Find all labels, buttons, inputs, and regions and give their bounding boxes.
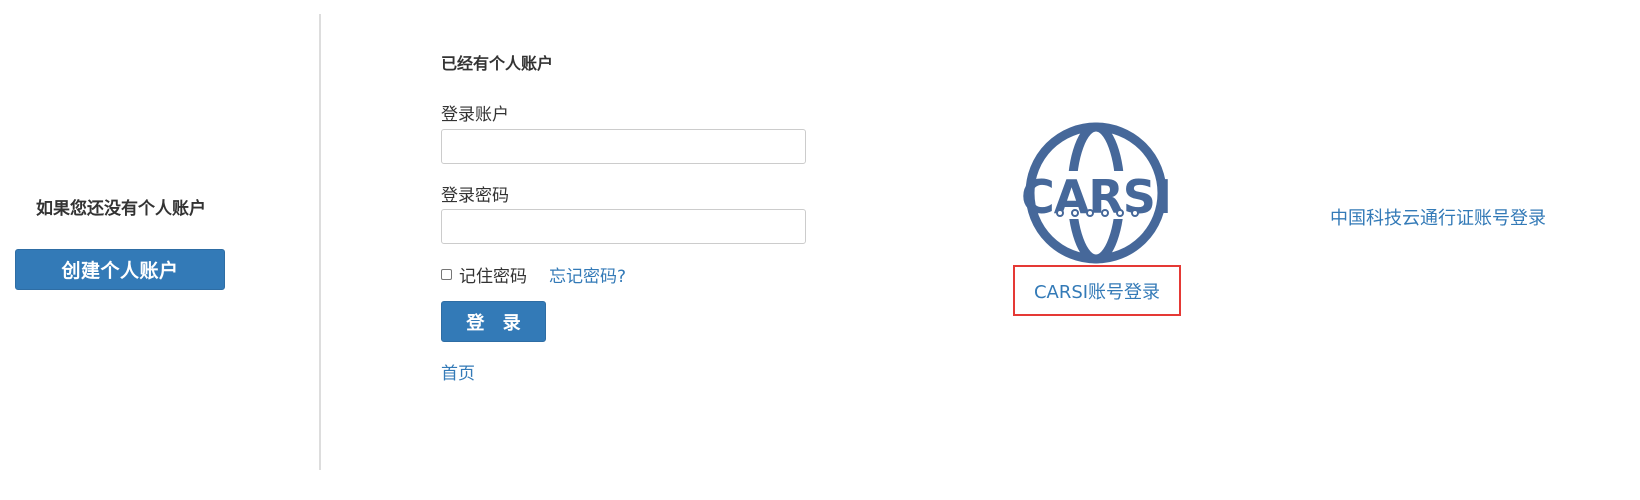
login-form-heading: 已经有个人账户	[441, 54, 554, 73]
account-label: 登录账户	[441, 105, 509, 125]
remember-checkbox[interactable]	[441, 269, 452, 280]
home-link[interactable]: 首页	[441, 359, 475, 384]
forgot-password-link[interactable]: 忘记密码?	[549, 262, 626, 287]
carsi-globe-icon: CARSI	[1021, 122, 1172, 264]
cstcloud-login-link[interactable]: 中国科技云通行证账号登录	[1330, 204, 1546, 230]
carsi-login-link[interactable]: CARSI账号登录	[1013, 265, 1181, 316]
password-label: 登录密码	[441, 186, 509, 206]
remember-row: 记住密码 忘记密码?	[441, 262, 626, 287]
register-prompt: 如果您还没有个人账户	[36, 199, 206, 219]
carsi-logo[interactable]: CARSI	[1020, 120, 1172, 270]
account-input[interactable]	[441, 129, 806, 164]
remember-label[interactable]: 记住密码	[459, 262, 527, 287]
create-account-button[interactable]: 创建个人账户	[15, 249, 225, 290]
password-input[interactable]	[441, 209, 806, 244]
carsi-login-label[interactable]: CARSI账号登录	[1034, 278, 1160, 304]
login-button[interactable]: 登 录	[441, 301, 546, 342]
login-page: 如果您还没有个人账户 创建个人账户 已经有个人账户 登录账户 登录密码 记住密码…	[0, 0, 1640, 500]
carsi-logo-text: CARSI	[1021, 170, 1171, 224]
vertical-divider	[319, 14, 321, 470]
